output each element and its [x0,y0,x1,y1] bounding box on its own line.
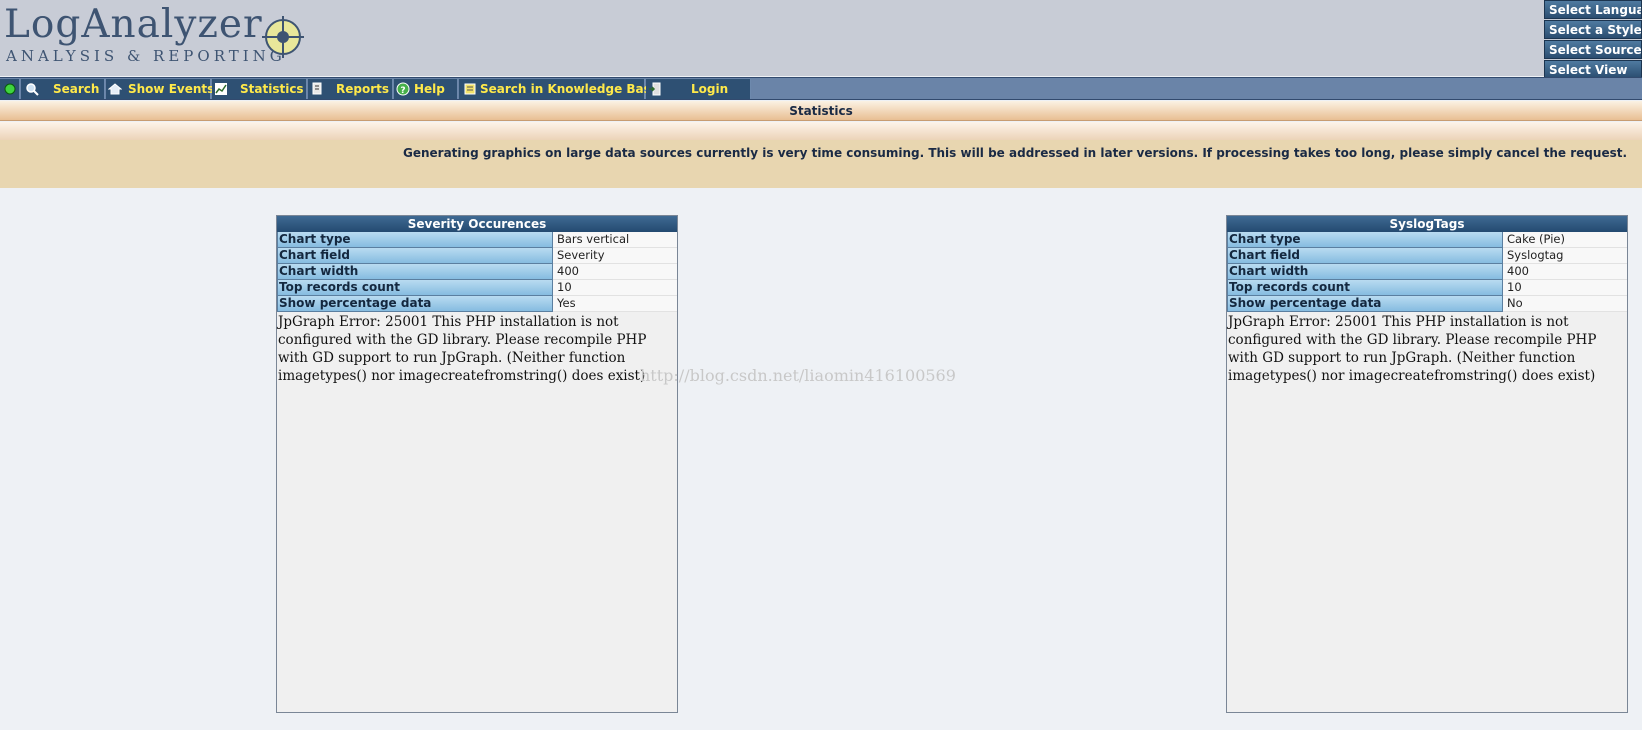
home-icon [108,83,122,95]
prop-value: Syslogtag [1503,248,1627,264]
nav-label-show-events: Show Events [128,82,215,96]
nav-label-reports: Reports [336,82,390,96]
prop-row-chart-field: Chart field Syslogtag [1227,248,1627,264]
knowledge-base-icon [464,83,476,95]
prop-value: Bars vertical [553,232,677,248]
prop-row-chart-width: Chart width 400 [277,264,677,280]
prop-key: Chart field [277,248,553,264]
chart-title: Severity Occurences [277,216,677,232]
select-source-button[interactable]: Select Source [1544,40,1642,59]
prop-row-top-records: Top records count 10 [1227,280,1627,296]
prop-row-chart-type: Chart type Cake (Pie) [1227,232,1627,248]
nav-label-help: Help [414,82,445,96]
prop-value: 400 [1503,264,1627,280]
crosshair-target-icon [262,16,304,58]
nav-label-statistics: Statistics [240,82,304,96]
prop-key: Chart type [277,232,553,248]
page-title: Statistics [0,101,1642,121]
loganalyzer-logo[interactable]: LogAnalyzer ANALYSIS & REPORTING [4,2,324,72]
header: LogAnalyzer ANALYSIS & REPORTING Select … [0,0,1642,79]
prop-value: 10 [553,280,677,296]
nav-item-knowledge-base[interactable]: Search in Knowledge Base [459,79,659,99]
login-icon [649,82,661,96]
prop-row-show-percentage: Show percentage data Yes [277,296,677,312]
info-band: Generating graphics on large data source… [0,140,1642,188]
chart-error-message: JpGraph Error: 25001 This PHP installati… [278,314,647,384]
prop-row-top-records: Top records count 10 [277,280,677,296]
chart-error-message: JpGraph Error: 25001 This PHP installati… [1228,314,1597,384]
chart-title: SyslogTags [1227,216,1627,232]
prop-key: Top records count [1227,280,1503,296]
nav-label-search: Search [53,82,100,96]
nav-item-show-events[interactable]: Show Events [106,79,215,99]
nav-label-knowledge-base: Search in Knowledge Base [480,82,659,96]
nav-item-search[interactable]: Search [21,79,105,99]
prop-key: Chart width [277,264,553,280]
prop-row-chart-width: Chart width 400 [1227,264,1627,280]
logo-subtitle: ANALYSIS & REPORTING [6,47,286,65]
watermark: http://blog.csdn.net/liaomin416100569 [640,366,956,385]
prop-key: Show percentage data [277,296,553,312]
prop-row-chart-field: Chart field Severity [277,248,677,264]
nav-item-reports[interactable]: Reports [308,79,393,99]
nav-item-login[interactable]: Login [646,79,751,99]
select-language-button[interactable]: Select Language [1544,0,1642,19]
nav-home-segment[interactable] [0,79,20,99]
svg-text:?: ? [400,86,405,96]
title-sub-band [0,122,1642,140]
prop-key: Chart field [1227,248,1503,264]
prop-key: Chart type [1227,232,1503,248]
info-message: Generating graphics on large data source… [403,146,1628,160]
prop-value: Yes [553,296,677,312]
prop-row-show-percentage: Show percentage data No [1227,296,1627,312]
logo-title: LogAnalyzer [4,2,263,47]
prop-value: Cake (Pie) [1503,232,1627,248]
prop-key: Top records count [277,280,553,296]
help-icon: ? [396,82,410,96]
search-icon [26,83,39,96]
nav-label-login: Login [691,82,729,96]
chart-panel-syslogtags: SyslogTags Chart type Cake (Pie) Chart f… [1226,215,1628,713]
prop-value: 10 [1503,280,1627,296]
main-nav: Search Show Events Statistics Reports ? … [0,77,1642,100]
chart-icon [215,83,227,95]
chart-panel-severity: Severity Occurences Chart type Bars vert… [276,215,678,713]
prop-value: No [1503,296,1627,312]
nav-item-help[interactable]: ? Help [394,79,458,99]
prop-key: Show percentage data [1227,296,1503,312]
select-style-button[interactable]: Select a Style [1544,20,1642,39]
report-icon [312,82,322,95]
right-menu: Select Language Select a Style Select So… [1544,0,1642,80]
prop-key: Chart width [1227,264,1503,280]
nav-item-statistics[interactable]: Statistics [212,79,307,99]
prop-row-chart-type: Chart type Bars vertical [277,232,677,248]
status-dot-icon [4,83,16,95]
prop-value: 400 [553,264,677,280]
prop-value: Severity [553,248,677,264]
